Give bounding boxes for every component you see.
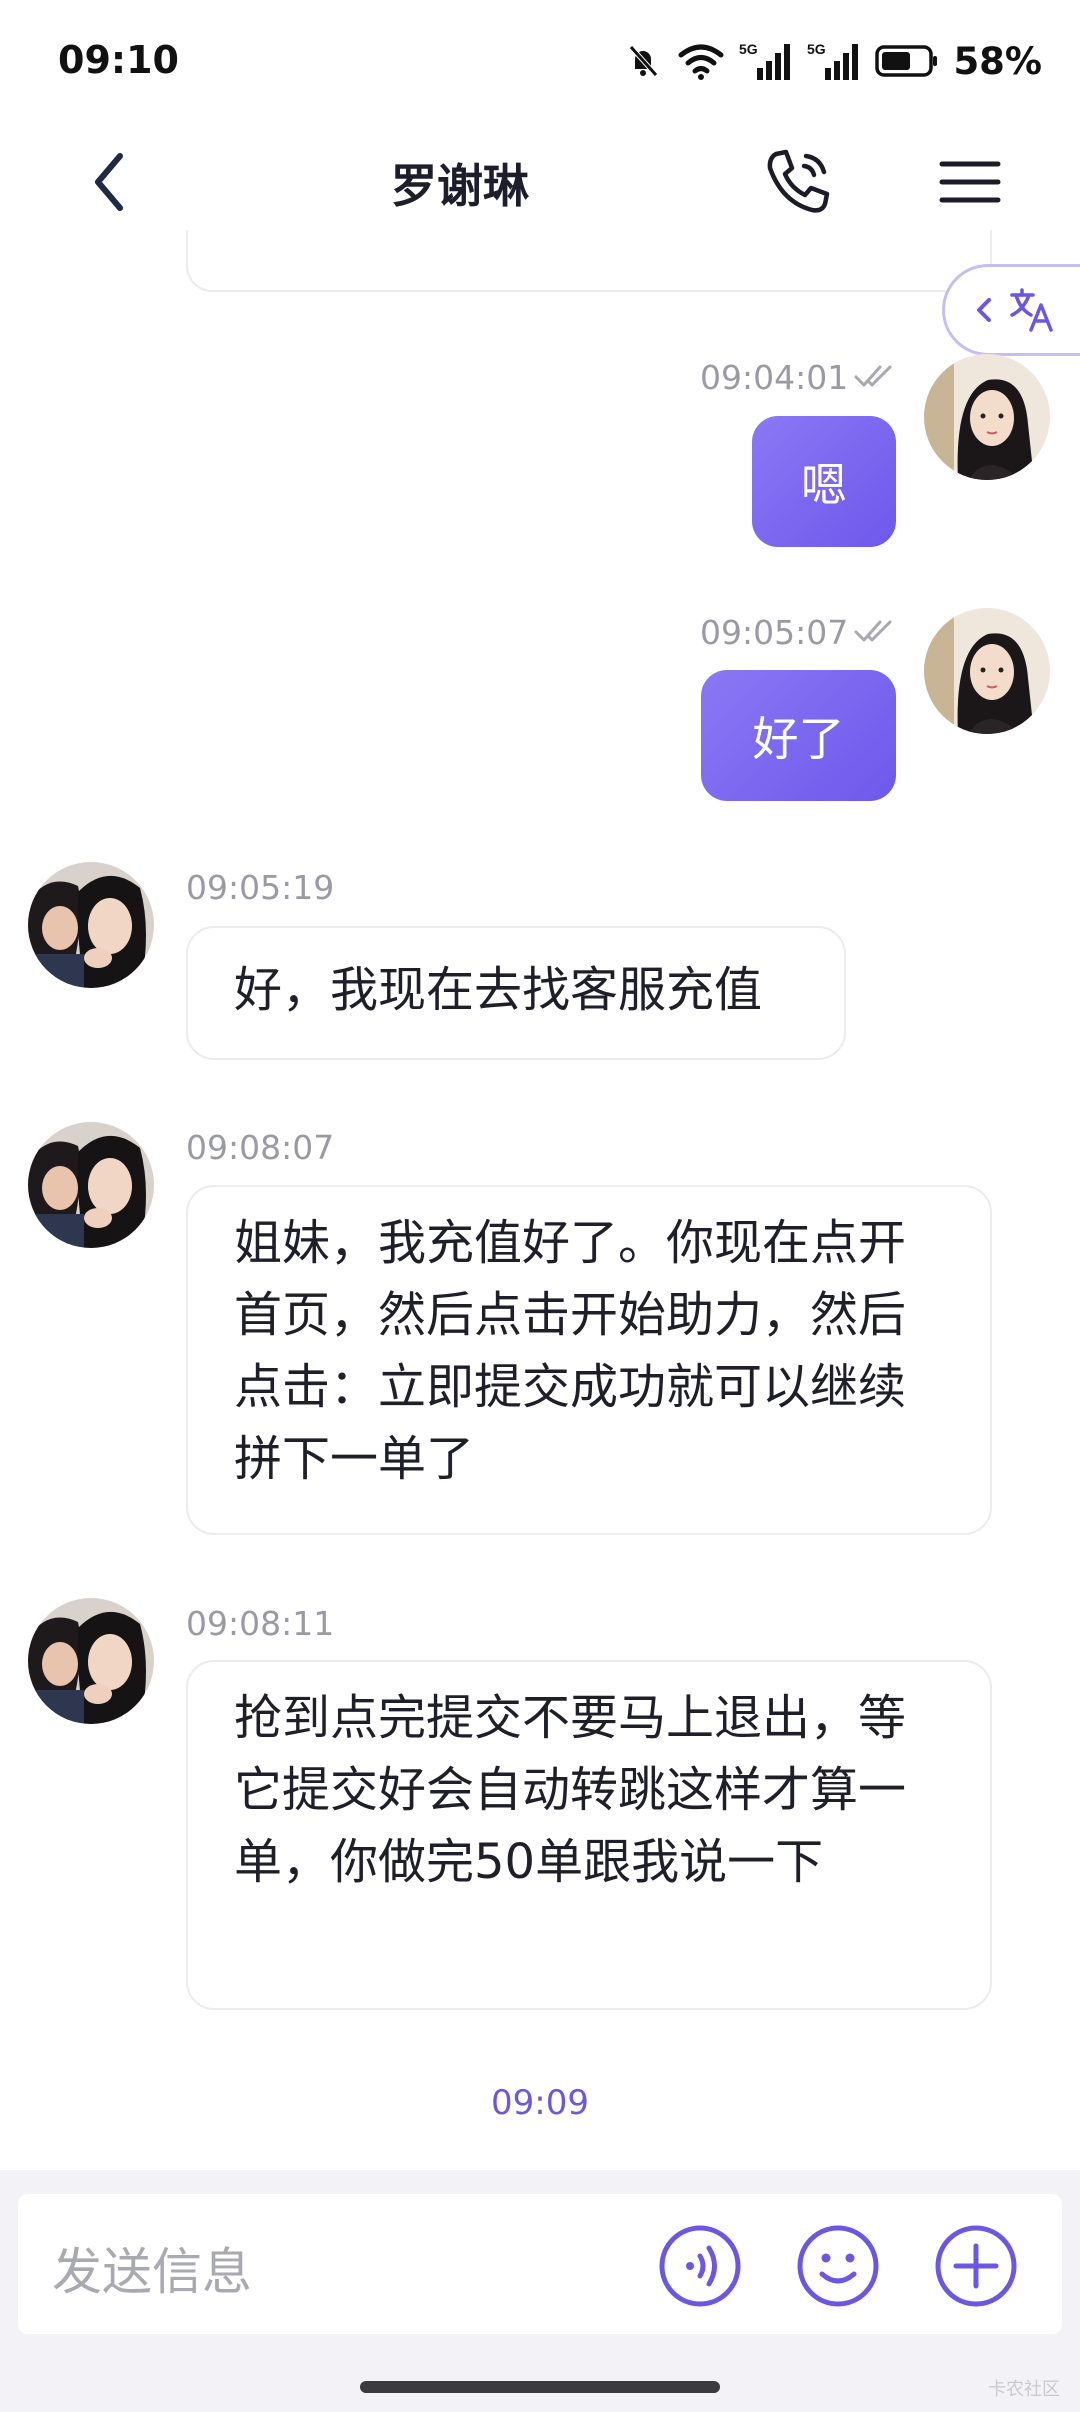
message-bubble-incoming[interactable]: 抢到点完提交不要马上退出，等它提交好会自动转跳这样才算一单，你做完50单跟我说一… bbox=[186, 1660, 992, 2010]
watermark: 卡农社区 bbox=[988, 2379, 1060, 2400]
status-time: 09:10 bbox=[58, 38, 179, 82]
emoji-button[interactable] bbox=[796, 2224, 880, 2308]
signal-5g-icon: 5G bbox=[739, 41, 791, 80]
partial-message-bubble bbox=[186, 230, 992, 292]
contact-avatar[interactable] bbox=[28, 1598, 154, 1724]
avatar-image bbox=[28, 862, 154, 988]
menu-button[interactable] bbox=[938, 150, 1002, 214]
translate-icon bbox=[1010, 288, 1053, 332]
plus-icon bbox=[935, 2225, 1017, 2307]
message-bubble-outgoing[interactable]: 好了 bbox=[701, 670, 896, 801]
my-avatar[interactable] bbox=[924, 354, 1050, 480]
translate-button[interactable] bbox=[942, 264, 1080, 356]
contact-avatar[interactable] bbox=[28, 862, 154, 988]
signal-5g-icon: 5G bbox=[807, 41, 859, 80]
hamburger-menu-icon bbox=[939, 161, 1001, 203]
avatar-image bbox=[924, 608, 1050, 734]
svg-text:5G: 5G bbox=[739, 41, 758, 57]
call-button[interactable] bbox=[760, 144, 836, 220]
message-timestamp: 09:05:19 bbox=[186, 868, 335, 907]
input-bar: 发送信息 bbox=[0, 2170, 1080, 2412]
emoji-icon bbox=[797, 2225, 879, 2307]
avatar-image bbox=[28, 1122, 154, 1248]
chat-header: 罗谢琳 bbox=[0, 120, 1080, 240]
battery-percentage: 58% bbox=[953, 39, 1042, 83]
battery-icon bbox=[875, 45, 938, 77]
status-bar: 09:10 5G 5G 58% bbox=[0, 0, 1080, 120]
message-input[interactable]: 发送信息 bbox=[18, 2194, 1062, 2334]
message-bubble-outgoing[interactable]: 嗯 bbox=[752, 416, 896, 547]
avatar-image bbox=[924, 354, 1050, 480]
chevron-left-icon bbox=[977, 298, 991, 322]
time-divider: 09:09 bbox=[491, 2083, 589, 2123]
double-check-icon bbox=[854, 620, 892, 642]
svg-text:5G: 5G bbox=[807, 41, 826, 57]
message-timestamp: 09:05:07 bbox=[700, 613, 849, 652]
wifi-icon bbox=[678, 44, 724, 80]
double-check-icon bbox=[854, 365, 892, 387]
mute-bell-icon bbox=[629, 45, 659, 77]
my-avatar[interactable] bbox=[924, 608, 1050, 734]
message-timestamp: 09:04:01 bbox=[700, 358, 849, 397]
phone-icon bbox=[767, 149, 830, 213]
add-button[interactable] bbox=[934, 2224, 1018, 2308]
voice-button[interactable] bbox=[658, 2224, 742, 2308]
avatar-image bbox=[28, 1598, 154, 1724]
home-indicator[interactable] bbox=[360, 2381, 720, 2393]
message-bubble-incoming[interactable]: 姐妹，我充值好了。你现在点开首页，然后点击开始助力，然后点击：立即提交成功就可以… bbox=[186, 1185, 992, 1535]
message-input-placeholder: 发送信息 bbox=[52, 2243, 252, 2301]
message-timestamp: 09:08:11 bbox=[186, 1604, 335, 1643]
contact-avatar[interactable] bbox=[28, 1122, 154, 1248]
message-timestamp: 09:08:07 bbox=[186, 1128, 335, 1167]
status-icons: 5G 5G 58% bbox=[623, 36, 1042, 86]
voice-icon bbox=[659, 2225, 741, 2307]
message-bubble-incoming[interactable]: 好，我现在去找客服充值 bbox=[186, 926, 846, 1060]
